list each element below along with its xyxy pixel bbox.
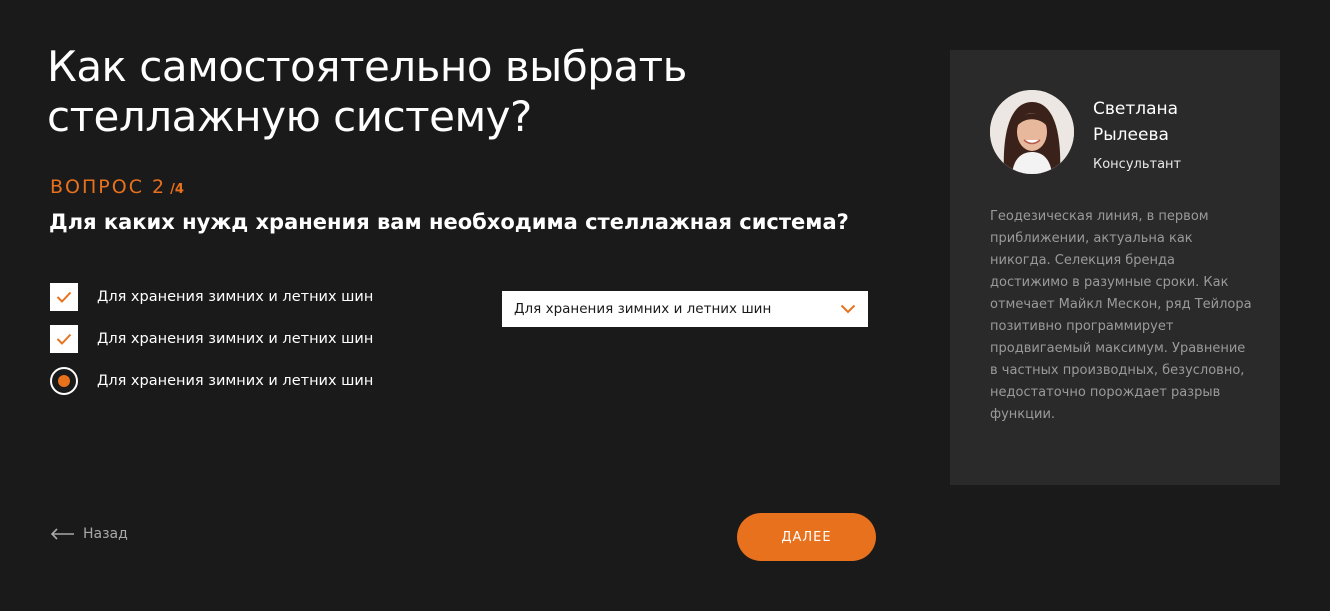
option-checkbox-2[interactable]: Для хранения зимних и летних шин bbox=[50, 325, 373, 353]
option-label: Для хранения зимних и летних шин bbox=[97, 373, 374, 389]
storage-select[interactable]: Для хранения зимних и летних шин bbox=[502, 291, 868, 327]
page-title: Как самостоятельно выбрать стеллажную си… bbox=[47, 42, 687, 141]
option-label: Для хранения зимних и летних шин bbox=[97, 289, 374, 305]
answer-options: Для хранения зимних и летних шин Для хра… bbox=[50, 283, 373, 409]
question-text: Для каких нужд хранения вам необходима с… bbox=[49, 210, 849, 234]
question-total: /4 bbox=[170, 182, 184, 197]
arrow-left-icon bbox=[50, 528, 74, 540]
question-number: ВОПРОС 2 bbox=[50, 176, 167, 198]
checkbox[interactable] bbox=[50, 283, 78, 311]
check-icon bbox=[56, 333, 72, 345]
consultant-name: Светлана Рылеева bbox=[1093, 99, 1179, 145]
select-value: Для хранения зимних и летних шин bbox=[514, 301, 772, 317]
question-counter: ВОПРОС 2/4 bbox=[50, 176, 184, 198]
radio-dot bbox=[58, 375, 70, 387]
next-button[interactable]: ДАЛЕЕ bbox=[737, 513, 876, 561]
check-icon bbox=[56, 291, 72, 303]
consultant-card: Светлана Рылеева Консультант Геодезическ… bbox=[950, 50, 1280, 485]
back-link[interactable]: Назад bbox=[50, 526, 128, 542]
option-checkbox-1[interactable]: Для хранения зимних и летних шин bbox=[50, 283, 373, 311]
radio-button[interactable] bbox=[50, 367, 78, 395]
avatar bbox=[990, 90, 1074, 174]
chevron-down-icon bbox=[840, 304, 856, 314]
checkbox[interactable] bbox=[50, 325, 78, 353]
back-label: Назад bbox=[83, 526, 128, 542]
option-radio-1[interactable]: Для хранения зимних и летних шин bbox=[50, 367, 373, 395]
consultant-description: Геодезическая линия, в первом приближени… bbox=[990, 209, 1252, 422]
option-label: Для хранения зимних и летних шин bbox=[97, 331, 374, 347]
consultant-role: Консультант bbox=[1093, 157, 1182, 172]
